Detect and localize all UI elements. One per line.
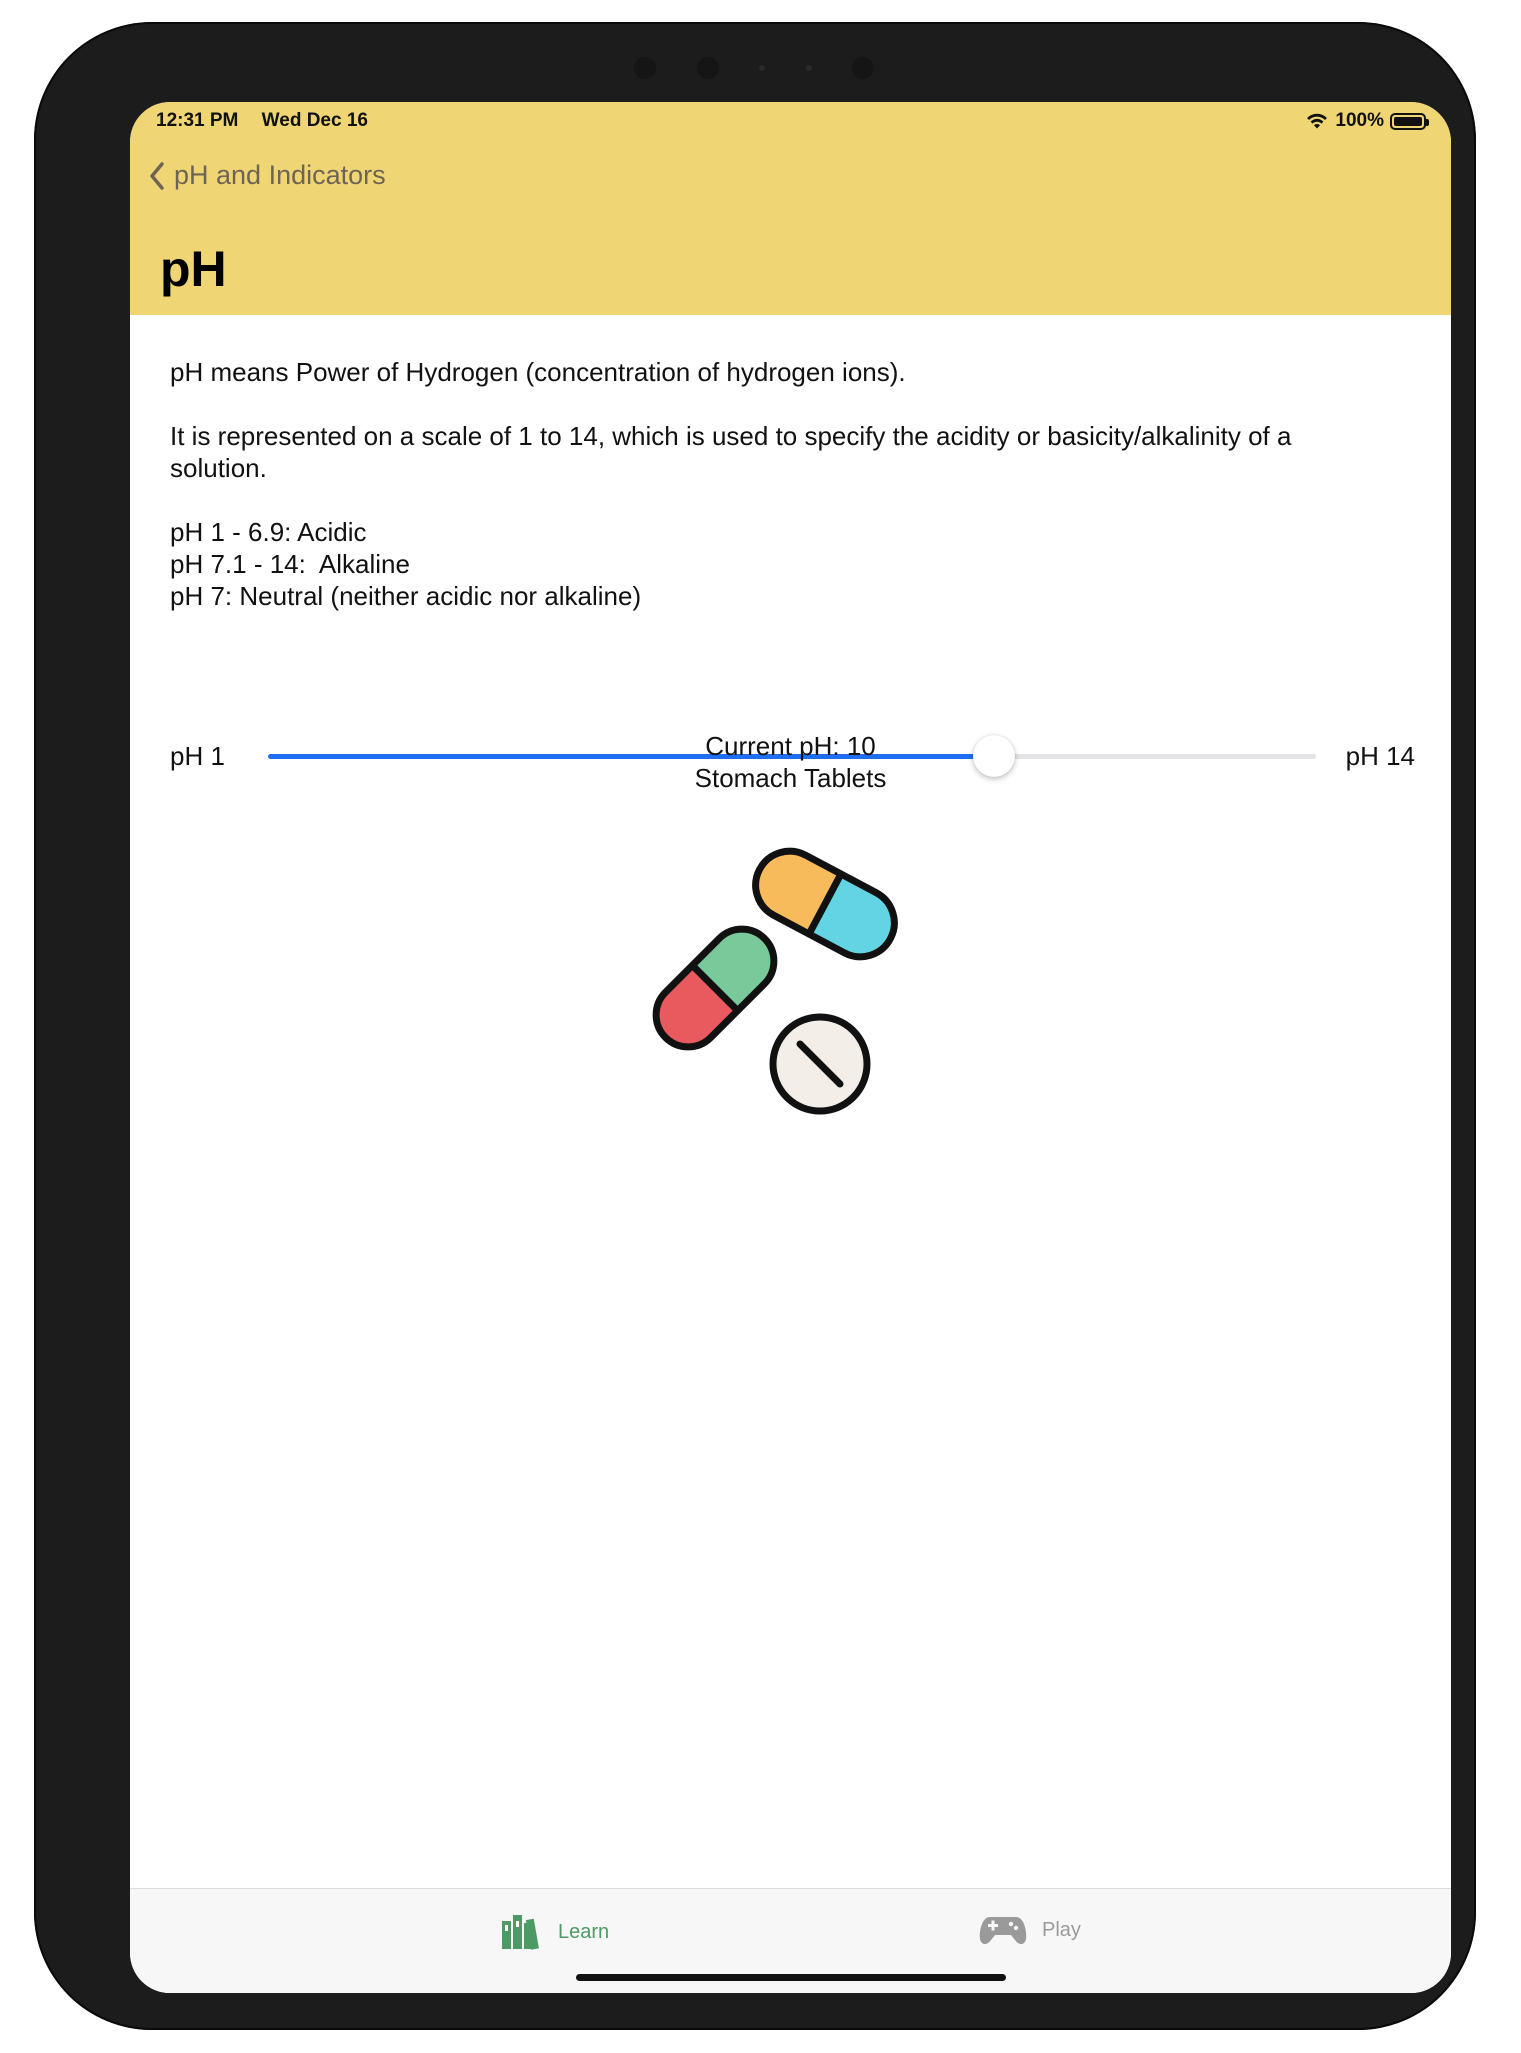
battery-icon: [1390, 112, 1429, 130]
scale-description: It is represented on a scale of 1 to 14,…: [170, 421, 1292, 483]
wifi-icon: [1307, 113, 1328, 129]
battery-percentage: 100%: [1335, 110, 1384, 131]
navigation-header: 12:31 PM Wed Dec 16 100% pH and Indicato…: [130, 102, 1451, 315]
definition-text: pH means Power of Hydrogen (concentratio…: [170, 357, 906, 387]
current-ph-label: Current pH: 10: [705, 731, 876, 761]
range-acidic: pH 1 - 6.9: Acidic: [170, 517, 367, 547]
camera-bar: [634, 56, 874, 80]
content-body: pH means Power of Hydrogen (concentratio…: [170, 356, 1420, 612]
tab-play-label: Play: [1042, 1918, 1081, 1941]
status-time: 12:31 PM: [156, 110, 239, 131]
page-title: pH: [160, 241, 227, 297]
ph-ranges-list: pH 1 - 6.9: Acidic pH 7.1 - 14: Alkaline…: [170, 516, 1420, 612]
current-ph-readout: Current pH: 10 Stomach Tablets: [130, 730, 1451, 794]
gamepad-icon: [979, 1917, 1027, 1945]
home-indicator: [576, 1974, 1006, 1981]
range-alkaline: pH 7.1 - 14: Alkaline: [170, 549, 410, 579]
tab-play[interactable]: Play: [978, 1913, 1081, 1947]
ipad-frame: 12:31 PM Wed Dec 16 100% pH and Indicato…: [34, 22, 1476, 2030]
back-button[interactable]: pH and Indicators: [148, 160, 386, 191]
status-bar-right: 100%: [1305, 110, 1429, 132]
back-button-label: pH and Indicators: [174, 160, 386, 190]
status-date: Wed Dec 16: [261, 110, 368, 131]
tab-learn-label: Learn: [558, 1920, 610, 1943]
range-neutral: pH 7: Neutral (neither acidic nor alkali…: [170, 581, 642, 611]
status-bar-time: 12:31 PM Wed Dec 16: [156, 110, 386, 132]
books-icon: [502, 1915, 539, 1950]
tab-learn[interactable]: Learn: [500, 1913, 609, 1951]
example-substance: Stomach Tablets: [694, 763, 887, 793]
pills-icon: [652, 847, 898, 1115]
chevron-left-icon: [150, 161, 164, 190]
app-screen: 12:31 PM Wed Dec 16 100% pH and Indicato…: [130, 102, 1451, 1993]
